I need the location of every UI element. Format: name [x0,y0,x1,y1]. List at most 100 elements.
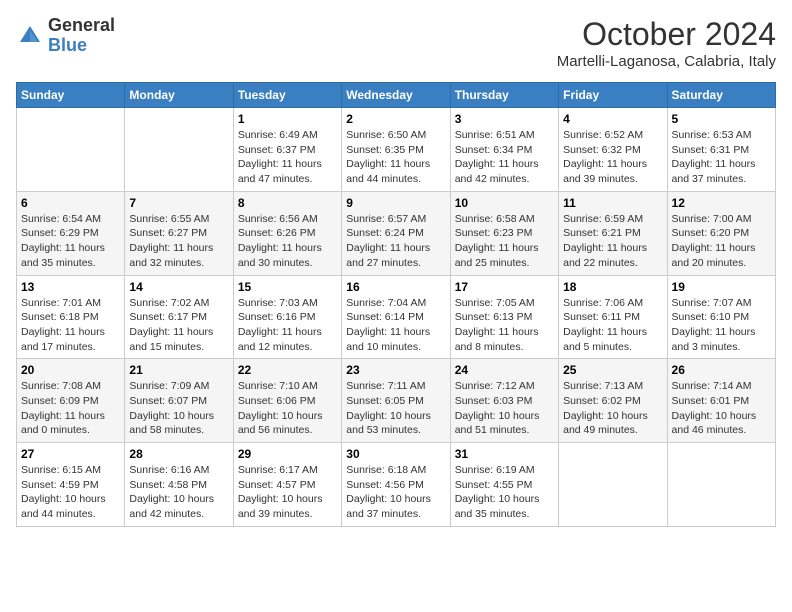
calendar-cell: 20 Sunrise: 7:08 AM Sunset: 6:09 PM Dayli… [17,359,125,443]
calendar-cell: 13Sunrise: 7:01 AM Sunset: 6:18 PM Dayli… [17,275,125,359]
day-number: 9 [346,196,445,210]
calendar-cell: 25 Sunrise: 7:13 AM Sunset: 6:02 PM Dayli… [559,359,667,443]
month-title: October 2024 [557,16,776,53]
logo-blue-text: Blue [48,36,115,56]
day-number: 27 [21,447,120,461]
day-info: Sunrise: 6:53 AM Sunset: 6:31 PM Dayligh… [672,128,771,187]
calendar-cell: 6 Sunrise: 6:54 AM Sunset: 6:29 PM Daylig… [17,191,125,275]
day-number: 30 [346,447,445,461]
day-number: 23 [346,363,445,377]
day-info: Sunrise: 7:05 AM Sunset: 6:13 PM Dayligh… [455,296,554,355]
calendar-cell: 27 Sunrise: 6:15 AM Sunset: 4:59 PM Dayli… [17,443,125,527]
calendar-cell: 26 Sunrise: 7:14 AM Sunset: 6:01 PM Dayli… [667,359,775,443]
page-header: General Blue October 2024 Martelli-Lagan… [16,16,776,70]
day-info: Sunrise: 6:54 AM Sunset: 6:29 PM Dayligh… [21,212,120,271]
calendar-cell: 5 Sunrise: 6:53 AM Sunset: 6:31 PM Daylig… [667,108,775,192]
day-number: 1 [238,112,337,126]
calendar-cell: 31Sunrise: 6:19 AM Sunset: 4:55 PM Dayli… [450,443,558,527]
day-of-week-header: Monday [125,83,233,108]
calendar-cell: 17 Sunrise: 7:05 AM Sunset: 6:13 PM Dayli… [450,275,558,359]
day-of-week-header: Friday [559,83,667,108]
day-info: Sunrise: 7:07 AM Sunset: 6:10 PM Dayligh… [672,296,771,355]
calendar-cell [17,108,125,192]
day-number: 28 [129,447,228,461]
calendar-cell: 21Sunrise: 7:09 AM Sunset: 6:07 PM Dayli… [125,359,233,443]
calendar-cell: 18 Sunrise: 7:06 AM Sunset: 6:11 PM Dayli… [559,275,667,359]
day-number: 20 [21,363,120,377]
day-number: 18 [563,280,662,294]
day-of-week-header: Thursday [450,83,558,108]
calendar-cell: 19 Sunrise: 7:07 AM Sunset: 6:10 PM Dayli… [667,275,775,359]
calendar-cell: 7Sunrise: 6:55 AM Sunset: 6:27 PM Daylig… [125,191,233,275]
day-info: Sunrise: 6:59 AM Sunset: 6:21 PM Dayligh… [563,212,662,271]
calendar-cell: 16Sunrise: 7:04 AM Sunset: 6:14 PM Dayli… [342,275,450,359]
day-number: 2 [346,112,445,126]
day-number: 25 [563,363,662,377]
day-info: Sunrise: 7:01 AM Sunset: 6:18 PM Dayligh… [21,296,120,355]
calendar-cell: 12 Sunrise: 7:00 AM Sunset: 6:20 PM Dayli… [667,191,775,275]
day-info: Sunrise: 7:13 AM Sunset: 6:02 PM Dayligh… [563,379,662,438]
day-number: 12 [672,196,771,210]
calendar-cell: 3Sunrise: 6:51 AM Sunset: 6:34 PM Daylig… [450,108,558,192]
day-info: Sunrise: 6:52 AM Sunset: 6:32 PM Dayligh… [563,128,662,187]
day-number: 17 [455,280,554,294]
day-number: 11 [563,196,662,210]
calendar-cell: 23 Sunrise: 7:11 AM Sunset: 6:05 PM Dayli… [342,359,450,443]
day-info: Sunrise: 7:14 AM Sunset: 6:01 PM Dayligh… [672,379,771,438]
day-info: Sunrise: 6:17 AM Sunset: 4:57 PM Dayligh… [238,463,337,522]
logo-general-text: General [48,16,115,36]
calendar-cell: 29 Sunrise: 6:17 AM Sunset: 4:57 PM Dayli… [233,443,341,527]
calendar-cell: 28 Sunrise: 6:16 AM Sunset: 4:58 PM Dayli… [125,443,233,527]
calendar-header-row: SundayMondayTuesdayWednesdayThursdayFrid… [17,83,776,108]
day-info: Sunrise: 7:02 AM Sunset: 6:17 PM Dayligh… [129,296,228,355]
day-number: 4 [563,112,662,126]
day-info: Sunrise: 7:08 AM Sunset: 6:09 PM Dayligh… [21,379,120,438]
day-of-week-header: Wednesday [342,83,450,108]
day-number: 24 [455,363,554,377]
day-number: 15 [238,280,337,294]
day-info: Sunrise: 7:00 AM Sunset: 6:20 PM Dayligh… [672,212,771,271]
calendar-cell: 4 Sunrise: 6:52 AM Sunset: 6:32 PM Daylig… [559,108,667,192]
day-number: 26 [672,363,771,377]
day-info: Sunrise: 7:06 AM Sunset: 6:11 PM Dayligh… [563,296,662,355]
day-number: 6 [21,196,120,210]
day-info: Sunrise: 6:49 AM Sunset: 6:37 PM Dayligh… [238,128,337,187]
day-number: 5 [672,112,771,126]
calendar-week-row: 20 Sunrise: 7:08 AM Sunset: 6:09 PM Dayli… [17,359,776,443]
calendar-table: SundayMondayTuesdayWednesdayThursdayFrid… [16,82,776,527]
calendar-week-row: 27 Sunrise: 6:15 AM Sunset: 4:59 PM Dayli… [17,443,776,527]
day-number: 8 [238,196,337,210]
day-number: 7 [129,196,228,210]
day-info: Sunrise: 6:57 AM Sunset: 6:24 PM Dayligh… [346,212,445,271]
day-number: 31 [455,447,554,461]
location-subtitle: Martelli-Laganosa, Calabria, Italy [557,53,776,70]
day-of-week-header: Sunday [17,83,125,108]
calendar-cell [125,108,233,192]
day-number: 22 [238,363,337,377]
calendar-cell: 1 Sunrise: 6:49 AM Sunset: 6:37 PM Daylig… [233,108,341,192]
day-info: Sunrise: 7:09 AM Sunset: 6:07 PM Dayligh… [129,379,228,438]
calendar-cell: 9 Sunrise: 6:57 AM Sunset: 6:24 PM Daylig… [342,191,450,275]
calendar-cell: 2Sunrise: 6:50 AM Sunset: 6:35 PM Daylig… [342,108,450,192]
logo: General Blue [16,16,115,56]
day-of-week-header: Saturday [667,83,775,108]
calendar-cell [667,443,775,527]
day-info: Sunrise: 7:12 AM Sunset: 6:03 PM Dayligh… [455,379,554,438]
day-info: Sunrise: 7:04 AM Sunset: 6:14 PM Dayligh… [346,296,445,355]
day-of-week-header: Tuesday [233,83,341,108]
calendar-cell: 14Sunrise: 7:02 AM Sunset: 6:17 PM Dayli… [125,275,233,359]
day-info: Sunrise: 7:10 AM Sunset: 6:06 PM Dayligh… [238,379,337,438]
calendar-cell [559,443,667,527]
day-number: 29 [238,447,337,461]
day-info: Sunrise: 6:15 AM Sunset: 4:59 PM Dayligh… [21,463,120,522]
day-info: Sunrise: 6:51 AM Sunset: 6:34 PM Dayligh… [455,128,554,187]
calendar-week-row: 13Sunrise: 7:01 AM Sunset: 6:18 PM Dayli… [17,275,776,359]
logo-icon [16,22,44,50]
calendar-cell: 30Sunrise: 6:18 AM Sunset: 4:56 PM Dayli… [342,443,450,527]
calendar-cell: 10Sunrise: 6:58 AM Sunset: 6:23 PM Dayli… [450,191,558,275]
day-info: Sunrise: 7:11 AM Sunset: 6:05 PM Dayligh… [346,379,445,438]
day-number: 19 [672,280,771,294]
day-info: Sunrise: 6:16 AM Sunset: 4:58 PM Dayligh… [129,463,228,522]
day-info: Sunrise: 6:58 AM Sunset: 6:23 PM Dayligh… [455,212,554,271]
calendar-week-row: 6 Sunrise: 6:54 AM Sunset: 6:29 PM Daylig… [17,191,776,275]
